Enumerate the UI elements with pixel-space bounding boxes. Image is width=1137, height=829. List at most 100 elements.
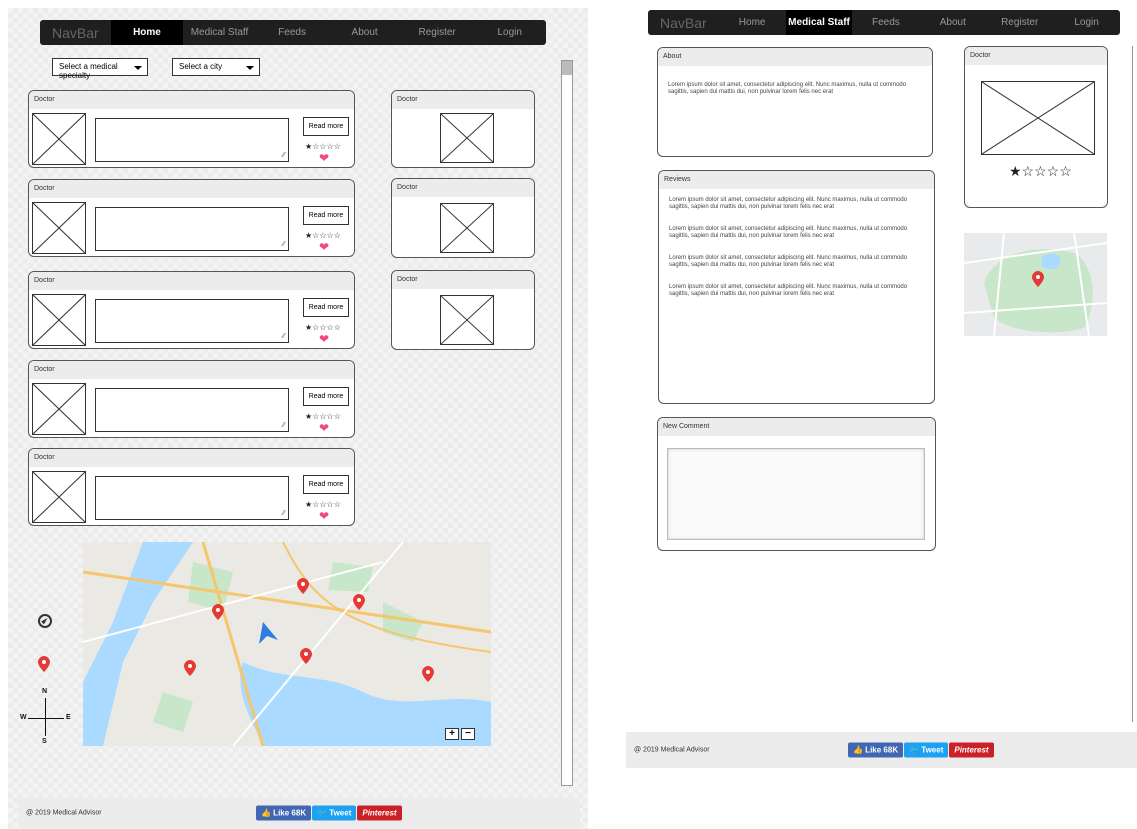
read-more-button[interactable]: Read more [303,298,349,317]
nav-medical-staff[interactable]: Medical Staff [785,10,853,35]
image-placeholder [32,294,86,346]
nav-feeds[interactable]: Feeds [852,10,919,35]
side-doctor-card[interactable]: Doctor [391,270,535,350]
doctor-card[interactable]: Doctor ⁄⁄ Read more ★☆☆☆☆ ❤ [28,360,355,438]
footer-left: @ 2019 Medical Advisor 👍 Like 68K 🐦 Twee… [18,798,580,828]
review-text: Lorem ipsum dolor sit amet, consectetur … [669,226,908,239]
resize-grip-icon[interactable]: ⁄⁄ [283,333,285,340]
rating-stars[interactable]: ★☆☆☆☆ [305,323,341,332]
location-pin-icon[interactable] [1032,271,1044,287]
doctor-card[interactable]: Doctor ⁄⁄ Read more ★☆☆☆☆ ❤ [28,448,355,526]
favorite-heart-icon[interactable]: ❤ [319,151,329,165]
compass-icon[interactable] [38,614,52,628]
pinterest-button[interactable]: Pinterest [949,742,994,758]
favorite-heart-icon[interactable]: ❤ [319,509,329,523]
comment-textarea[interactable] [667,448,925,540]
side-doctor-card[interactable]: Doctor [391,90,535,168]
compass-vertical-line [45,698,46,736]
compass-north: N [42,688,48,695]
scroll-track[interactable] [1132,46,1136,722]
rating-stars[interactable]: ★☆☆☆☆ [1009,163,1072,180]
doctor-card[interactable]: Doctor ⁄⁄ Read more ★☆☆☆☆ ❤ [28,90,355,168]
tweet-button[interactable]: 🐦 Tweet [904,742,949,758]
location-pin-icon[interactable] [422,666,434,682]
navbar-brand[interactable]: NavBar [40,25,111,41]
nav-home[interactable]: Home [110,20,184,45]
copyright-text: @ 2019 Medical Advisor [26,809,102,817]
image-placeholder [440,113,494,163]
city-select[interactable]: Select a city [172,58,260,76]
doctor-card[interactable]: Doctor ⁄⁄ Read more ★☆☆☆☆ ❤ [28,179,355,257]
read-more-button[interactable]: Read more [303,387,349,406]
rating-stars[interactable]: ★☆☆☆☆ [305,231,341,240]
image-placeholder [32,202,86,254]
chevron-down-icon [246,66,254,70]
nav-about[interactable]: About [328,20,401,45]
compass-west: W [20,714,27,721]
nav-feeds[interactable]: Feeds [256,20,329,45]
location-pin-icon[interactable] [353,594,365,610]
image-placeholder [32,383,86,435]
compass-east: E [66,714,71,721]
read-more-button[interactable]: Read more [303,475,349,494]
resize-grip-icon[interactable]: ⁄⁄ [283,510,285,517]
location-pin-icon[interactable] [297,578,309,594]
description-textarea[interactable]: ⁄⁄ [95,299,289,343]
card-title: Doctor [29,180,354,198]
zoom-out-button[interactable]: − [461,728,475,740]
facebook-like-button[interactable]: 👍 Like 68K [256,805,312,821]
resize-grip-icon[interactable]: ⁄⁄ [283,241,285,248]
panel-title: Reviews [659,171,934,189]
pinterest-button[interactable]: Pinterest [357,805,402,821]
description-textarea[interactable]: ⁄⁄ [95,207,289,251]
map-graphic [83,542,491,746]
specialty-select[interactable]: Select a medical specialty [52,58,148,80]
doctor-card[interactable]: Doctor ⁄⁄ Read more ★☆☆☆☆ ❤ [28,271,355,349]
favorite-heart-icon[interactable]: ❤ [319,240,329,254]
location-pin-icon[interactable] [38,656,50,672]
resize-grip-icon[interactable]: ⁄⁄ [283,152,285,159]
nav-medical-staff[interactable]: Medical Staff [183,20,256,45]
city-select-label: Select a city [179,62,223,71]
side-doctor-card[interactable]: Doctor [391,178,535,258]
favorite-heart-icon[interactable]: ❤ [319,421,329,435]
description-textarea[interactable]: ⁄⁄ [95,476,289,520]
nav-login[interactable]: Login [1053,10,1120,35]
social-buttons: 👍 Like 68K 🐦 Tweet Pinterest [256,805,402,821]
read-more-button[interactable]: Read more [303,206,349,225]
reviews-panel: Reviews Lorem ipsum dolor sit amet, cons… [658,170,935,404]
city-map[interactable]: + − [83,542,491,746]
nav-login[interactable]: Login [473,20,546,45]
facebook-like-button[interactable]: 👍 Like 68K [848,742,904,758]
read-more-button[interactable]: Read more [303,117,349,136]
card-title: Doctor [29,272,354,290]
location-map[interactable] [964,233,1107,336]
nav-register[interactable]: Register [401,20,474,45]
description-textarea[interactable]: ⁄⁄ [95,118,289,162]
rating-stars[interactable]: ★☆☆☆☆ [305,500,341,509]
scrollbar[interactable] [561,60,573,786]
resize-grip-icon[interactable]: ⁄⁄ [283,422,285,429]
zoom-in-button[interactable]: + [445,728,459,740]
navbar-brand[interactable]: NavBar [648,15,719,31]
compass-horizontal-line [28,718,64,719]
location-pin-icon[interactable] [300,648,312,664]
nav-home[interactable]: Home [719,10,786,35]
card-title: Doctor [29,91,354,109]
nav-register[interactable]: Register [986,10,1053,35]
location-pin-icon[interactable] [212,604,224,620]
tweet-button[interactable]: 🐦 Tweet [312,805,357,821]
review-text: Lorem ipsum dolor sit amet, consectetur … [669,284,908,297]
nav-about[interactable]: About [919,10,986,35]
description-textarea[interactable]: ⁄⁄ [95,388,289,432]
zoom-controls: + − [445,728,475,740]
rating-stars[interactable]: ★☆☆☆☆ [305,412,341,421]
rating-stars[interactable]: ★☆☆☆☆ [305,142,341,151]
doctor-photo-placeholder [981,81,1095,155]
card-title: Doctor [29,361,354,379]
favorite-heart-icon[interactable]: ❤ [319,332,329,346]
navbar-right: NavBar Home Medical Staff Feeds About Re… [648,10,1120,35]
scrollbar-thumb[interactable] [562,61,572,75]
new-comment-panel: New Comment [657,417,936,551]
location-pin-icon[interactable] [184,660,196,676]
